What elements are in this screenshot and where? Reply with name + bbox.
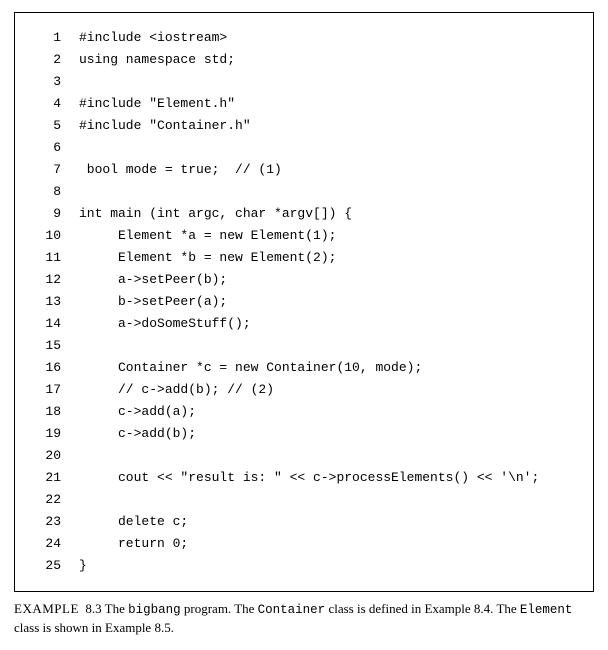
- code-line: 6: [33, 137, 575, 159]
- code-text: Element *a = new Element(1);: [79, 225, 336, 247]
- line-number: 4: [33, 93, 61, 115]
- code-text: c->add(a);: [79, 401, 196, 423]
- code-line: 10 Element *a = new Element(1);: [33, 225, 575, 247]
- code-text: a->doSomeStuff();: [79, 313, 251, 335]
- code-line: 22: [33, 489, 575, 511]
- code-text: bool mode = true; // (1): [79, 159, 282, 181]
- line-number: 18: [33, 401, 61, 423]
- code-text: #include "Container.h": [79, 115, 251, 137]
- code-text: b->setPeer(a);: [79, 291, 227, 313]
- line-number: 5: [33, 115, 61, 137]
- line-number: 20: [33, 445, 61, 467]
- class-container: Container: [258, 603, 326, 617]
- code-line: 24 return 0;: [33, 533, 575, 555]
- code-text: cout << "result is: " << c->processEleme…: [79, 467, 539, 489]
- code-text: c->add(b);: [79, 423, 196, 445]
- code-text: return 0;: [79, 533, 188, 555]
- line-number: 22: [33, 489, 61, 511]
- line-number: 6: [33, 137, 61, 159]
- code-line: 12 a->setPeer(b);: [33, 269, 575, 291]
- code-text: #include "Element.h": [79, 93, 235, 115]
- code-text: // c->add(b); // (2): [79, 379, 274, 401]
- program-name: bigbang: [128, 603, 181, 617]
- code-line: 17 // c->add(b); // (2): [33, 379, 575, 401]
- line-number: 1: [33, 27, 61, 49]
- line-number: 12: [33, 269, 61, 291]
- code-text: #include <iostream>: [79, 27, 227, 49]
- code-line: 13 b->setPeer(a);: [33, 291, 575, 313]
- line-number: 23: [33, 511, 61, 533]
- caption-text-2: program. The: [181, 601, 258, 616]
- code-line: 5 #include "Container.h": [33, 115, 575, 137]
- code-line: 20: [33, 445, 575, 467]
- code-line: 25}: [33, 555, 575, 577]
- caption-text-1: The: [102, 601, 128, 616]
- line-number: 25: [33, 555, 61, 577]
- code-line: 1 #include <iostream>: [33, 27, 575, 49]
- code-line: 15: [33, 335, 575, 357]
- line-number: 13: [33, 291, 61, 313]
- line-number: 3: [33, 71, 61, 93]
- line-number: 17: [33, 379, 61, 401]
- code-line: 23 delete c;: [33, 511, 575, 533]
- line-number: 19: [33, 423, 61, 445]
- line-number: 15: [33, 335, 61, 357]
- code-line: 8: [33, 181, 575, 203]
- line-number: 11: [33, 247, 61, 269]
- code-line: 16 Container *c = new Container(10, mode…: [33, 357, 575, 379]
- code-line: 2 using namespace std;: [33, 49, 575, 71]
- caption-text-3: class is defined in Example 8.4. The: [325, 601, 520, 616]
- code-line: 21 cout << "result is: " << c->processEl…: [33, 467, 575, 489]
- code-text: int main (int argc, char *argv[]) {: [79, 203, 352, 225]
- code-line: 3: [33, 71, 575, 93]
- line-number: 9: [33, 203, 61, 225]
- line-number: 10: [33, 225, 61, 247]
- code-text: Element *b = new Element(2);: [79, 247, 336, 269]
- line-number: 21: [33, 467, 61, 489]
- code-line: 9 int main (int argc, char *argv[]) {: [33, 203, 575, 225]
- code-text: Container *c = new Container(10, mode);: [79, 357, 422, 379]
- code-text: }: [79, 555, 87, 577]
- code-line: 19 c->add(b);: [33, 423, 575, 445]
- example-caption: EXAMPLE 8.3 The bigbang program. The Con…: [14, 600, 594, 638]
- code-text: using namespace std;: [79, 49, 235, 71]
- code-line: 11 Element *b = new Element(2);: [33, 247, 575, 269]
- caption-label: EXAMPLE: [14, 601, 79, 616]
- line-number: 14: [33, 313, 61, 335]
- code-text: delete c;: [79, 511, 188, 533]
- code-listing-box: 1 #include <iostream> 2 using namespace std…: [14, 12, 594, 592]
- line-number: 24: [33, 533, 61, 555]
- line-number: 7: [33, 159, 61, 181]
- line-number: 2: [33, 49, 61, 71]
- code-line: 7 bool mode = true; // (1): [33, 159, 575, 181]
- code-line: 18 c->add(a);: [33, 401, 575, 423]
- line-number: 8: [33, 181, 61, 203]
- caption-number: 8.3: [85, 601, 101, 616]
- code-text: a->setPeer(b);: [79, 269, 227, 291]
- caption-text-4: class is shown in Example 8.5.: [14, 620, 174, 635]
- class-element: Element: [520, 603, 573, 617]
- line-number: 16: [33, 357, 61, 379]
- code-line: 4 #include "Element.h": [33, 93, 575, 115]
- code-line: 14 a->doSomeStuff();: [33, 313, 575, 335]
